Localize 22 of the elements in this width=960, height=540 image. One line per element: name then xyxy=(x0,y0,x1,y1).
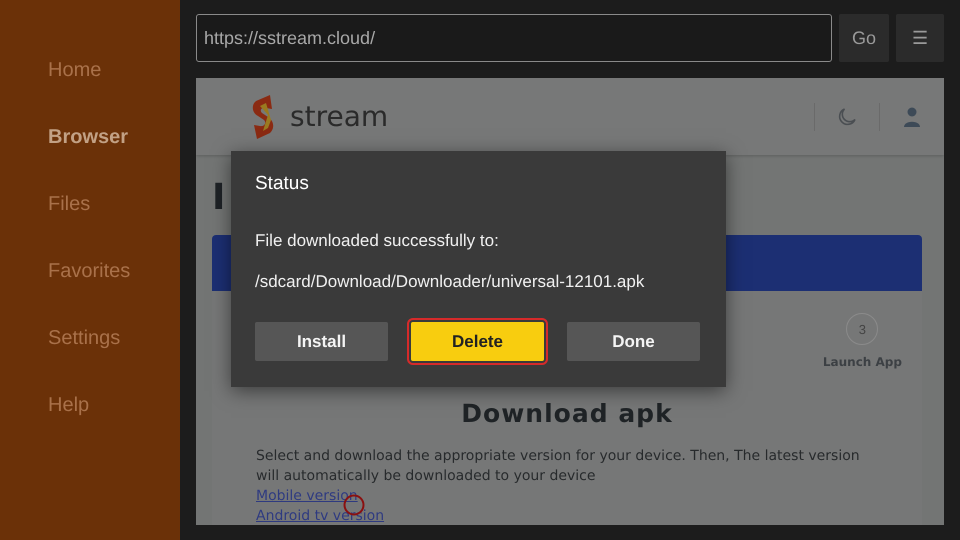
sidebar-item[interactable]: Settings xyxy=(0,324,180,391)
sidebar-item[interactable]: Files xyxy=(0,190,180,257)
dialog-button[interactable]: Done xyxy=(567,322,700,361)
sidebar-item[interactable]: Home xyxy=(0,56,180,123)
description: Select and download the appropriate version for your device. Then, The latest version will automatically be downloaded to your device xyxy=(256,447,861,486)
sidebar-item[interactable]: Favorites xyxy=(0,257,180,324)
dialog-title: Status xyxy=(255,173,310,195)
sidebar-item[interactable]: Browser xyxy=(0,123,180,190)
section-title: Download apk xyxy=(460,399,674,428)
site-name: stream xyxy=(290,100,388,133)
dialog-message: File downloaded successfully to: xyxy=(255,231,500,251)
menu-button[interactable]: ☰ xyxy=(896,14,944,62)
dialog-button[interactable]: Delete xyxy=(411,322,544,361)
go-button[interactable]: Go xyxy=(839,14,889,62)
step-label: Launch App xyxy=(822,355,902,369)
sidebar-item[interactable]: Help xyxy=(0,391,180,458)
page-heading: I xyxy=(212,177,226,220)
dialog-button[interactable]: Install xyxy=(255,322,388,361)
url-field[interactable]: https://sstream.cloud/ xyxy=(196,14,832,62)
file-path: /sdcard/Download/Downloader/universal-12101.apk xyxy=(255,272,646,292)
user-icon[interactable] xyxy=(903,106,921,126)
logo-icon xyxy=(250,92,276,140)
